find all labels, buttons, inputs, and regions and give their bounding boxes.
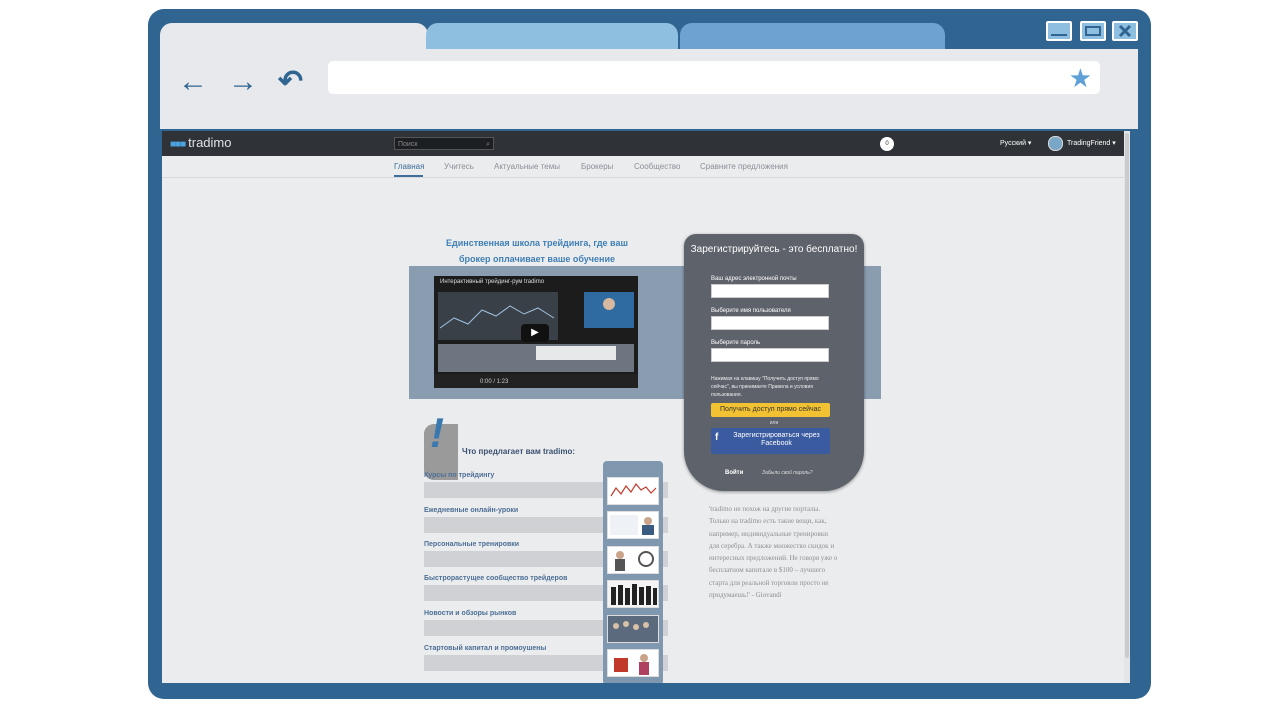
address-bar[interactable]: ★ xyxy=(328,61,1100,94)
exclamation-icon: ! xyxy=(430,409,444,456)
offer-label: Новости и обзоры рынков xyxy=(424,610,517,617)
main-nav: Главная Учитесь Актуальные темы Брокеры … xyxy=(162,156,1128,178)
video-title: Интерактивный трейдинг-рум tradimo xyxy=(440,279,545,285)
testimonial-text: 'tradimo не похож на другие порталы. Тол… xyxy=(709,505,838,600)
language-selector[interactable]: Русский ▾ xyxy=(1000,139,1031,147)
bookmark-star-icon[interactable]: ★ xyxy=(1069,63,1092,94)
forgot-password-link[interactable]: Забыли свой пароль? xyxy=(762,470,813,476)
offer-label: Быстрорастущее сообщество трейдеров xyxy=(424,575,568,582)
nav-item-brokers[interactable]: Брокеры xyxy=(581,162,613,171)
search-input[interactable]: Поиск ⌕ xyxy=(394,137,494,150)
lesson-thumbnail xyxy=(607,511,659,539)
user-menu[interactable]: TradingFriend ▾ xyxy=(1067,139,1116,147)
maximize-icon[interactable] xyxy=(1080,21,1106,41)
video-controls[interactable]: 0:00 / 1:23 xyxy=(434,374,638,388)
chart-thumbnail xyxy=(607,477,659,505)
email-label: Ваш адрес электронной почты xyxy=(711,276,797,282)
offer-label: Персональные тренировки xyxy=(424,541,520,548)
hero-headline: Единственная школа трейдинга, где ваш бр… xyxy=(446,238,628,264)
community-thumbnail xyxy=(607,580,659,608)
or-separator: или xyxy=(769,420,779,426)
offer-label: Ежедневные онлайн-уроки xyxy=(424,507,519,514)
notification-badge[interactable]: 0 xyxy=(880,137,894,151)
search-placeholder: Поиск xyxy=(398,141,418,148)
reload-icon[interactable]: ↶ xyxy=(278,67,303,97)
facebook-icon: f xyxy=(715,432,719,443)
scrollbar-thumb[interactable] xyxy=(1125,133,1129,658)
nav-active-indicator xyxy=(394,175,423,177)
nav-item-learn[interactable]: Учитесь xyxy=(444,162,474,171)
page-viewport: ■■■ tradimo Поиск ⌕ 0 Русский ▾ TradingFri… xyxy=(162,131,1130,683)
offer-label: Курсы по трейдингу xyxy=(424,472,495,479)
logo-text: tradimo xyxy=(188,135,232,150)
forward-arrow-icon[interactable]: → xyxy=(228,67,258,97)
browser-toolbar: ← → ↶ ★ xyxy=(160,49,1138,129)
play-button[interactable]: ▶ xyxy=(521,324,549,342)
password-field[interactable] xyxy=(711,348,829,362)
password-label: Выберите пароль xyxy=(711,340,761,346)
site-logo[interactable]: ■■■ tradimo xyxy=(170,135,231,150)
avatar[interactable] xyxy=(1048,136,1063,151)
training-thumbnail xyxy=(607,546,659,574)
terms-text: Нажимая на клавишу "Получить доступ прям… xyxy=(711,376,819,398)
scrollbar[interactable] xyxy=(1124,131,1130,683)
register-panel: Зарегистрируйтесь - это бесплатно! Ваш а… xyxy=(684,234,864,491)
facebook-button-label: Зарегистрироваться через Facebook xyxy=(733,432,820,447)
back-arrow-icon[interactable]: ← xyxy=(178,67,208,97)
register-title: Зарегистрируйтесь - это бесплатно! xyxy=(690,244,858,255)
video-time: 0:00 / 1:23 xyxy=(480,379,509,385)
nav-item-home[interactable]: Главная xyxy=(394,162,424,171)
minimize-icon[interactable] xyxy=(1046,21,1072,41)
video-player[interactable]: Интерактивный трейдинг-рум tradimo ▶ 0:0… xyxy=(434,276,638,388)
site-header: ■■■ tradimo Поиск ⌕ 0 Русский ▾ TradingFri… xyxy=(162,131,1128,156)
username-label: Выберите имя пользователя xyxy=(711,308,791,314)
offer-label: Стартовый капитал и промоушены xyxy=(424,645,547,652)
username-field[interactable] xyxy=(711,316,829,330)
promo-thumbnail xyxy=(607,649,659,677)
nav-item-community[interactable]: Сообщество xyxy=(634,162,680,171)
get-access-button[interactable]: Получить доступ прямо сейчас xyxy=(711,403,830,417)
search-icon[interactable]: ⌕ xyxy=(486,138,490,151)
login-link[interactable]: Войти xyxy=(725,470,743,476)
facebook-signup-button[interactable]: f Зарегистрироваться через Facebook xyxy=(711,428,830,454)
close-icon[interactable] xyxy=(1112,21,1138,41)
browser-window: ← → ↶ ★ ■■■ tradimo Поиск ⌕ 0 Русский ▾ Tr… xyxy=(148,9,1151,699)
nav-item-compare[interactable]: Сравните предложения xyxy=(700,162,788,171)
logo-dots-icon: ■■■ xyxy=(170,139,186,150)
thumbnail-rail xyxy=(603,461,663,683)
news-thumbnail xyxy=(607,615,659,643)
email-field[interactable] xyxy=(711,284,829,298)
nav-item-topics[interactable]: Актуальные темы xyxy=(494,162,560,171)
offers-title: Что предлагает вам tradimo: xyxy=(462,447,575,456)
